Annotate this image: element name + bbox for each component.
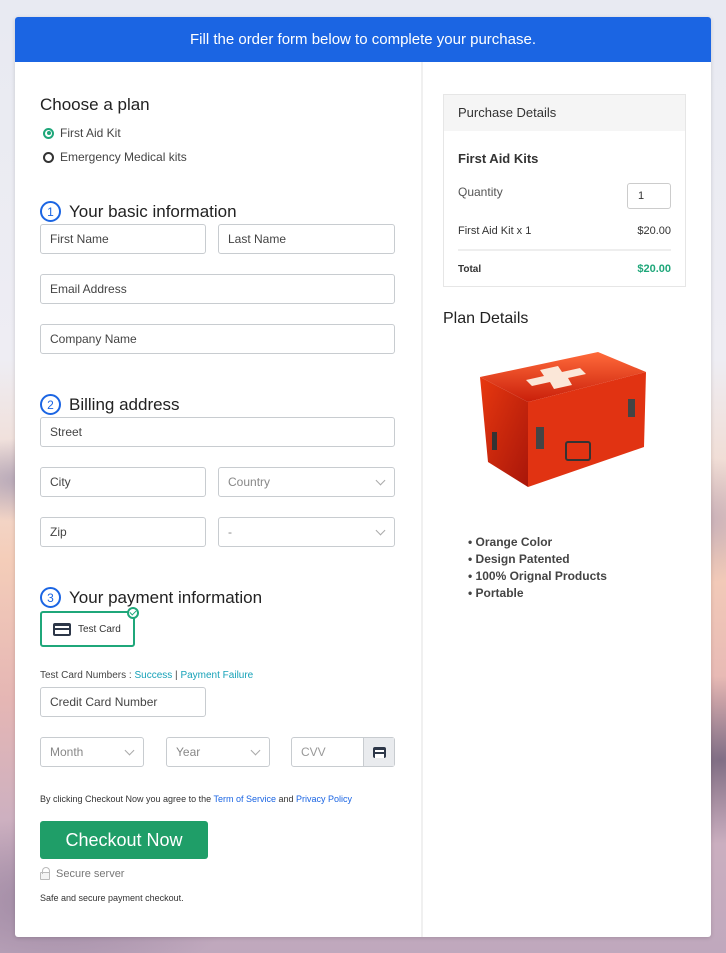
safe-checkout-text: Safe and secure payment checkout. (40, 893, 184, 903)
order-form: Choose a plan First Aid Kit Emergency Me… (15, 62, 421, 937)
credit-card-icon (53, 622, 71, 636)
secure-server-label: Secure server (56, 868, 125, 880)
feature-list: Orange Color Design Patented 100% Origna… (468, 534, 607, 602)
agreement-text: By clicking Checkout Now you agree to th… (40, 794, 352, 804)
last-name-input[interactable]: Last Name (218, 224, 395, 254)
company-input[interactable]: Company Name (40, 324, 395, 354)
terms-of-service-link[interactable]: Term of Service (213, 794, 276, 804)
total-label: Total (458, 264, 482, 275)
chevron-down-icon (250, 745, 261, 755)
purchase-details-heading: Purchase Details (444, 95, 685, 131)
total-value: $20.00 (637, 263, 671, 275)
month-select-value: Month (50, 745, 84, 759)
choose-plan-heading: Choose a plan (40, 95, 150, 114)
check-circle-icon (127, 607, 139, 619)
section-title: Your payment information (69, 587, 263, 607)
checkout-now-button[interactable]: Checkout Now (40, 821, 208, 859)
plan-option-emergency-medical-kits[interactable]: Emergency Medical kits (43, 150, 187, 164)
country-select-value: Country (228, 475, 271, 489)
year-select-value: Year (176, 745, 201, 759)
test-numbers-label: Test Card Numbers : (40, 670, 135, 681)
feature-item: Orange Color (468, 534, 607, 551)
email-input[interactable]: Email Address (40, 274, 395, 304)
radio-selected-icon[interactable] (43, 127, 54, 139)
order-summary: Purchase Details First Aid Kits Quantity… (423, 62, 711, 937)
cvv-input[interactable]: CVV (291, 737, 395, 767)
radio-unselected-icon[interactable] (43, 151, 54, 163)
plan-option-label: First Aid Kit (60, 126, 121, 140)
payment-failure-link[interactable]: Payment Failure (180, 670, 253, 681)
purchase-details-box: Purchase Details First Aid Kits Quantity… (443, 94, 686, 287)
section-title: Your basic information (69, 201, 237, 221)
first-name-input[interactable]: First Name (40, 224, 206, 254)
city-input[interactable]: City (40, 467, 206, 497)
summary-divider (458, 249, 671, 251)
feature-item: 100% Orignal Products (468, 568, 607, 585)
feature-item: Design Patented (468, 551, 607, 568)
secure-server: Secure server (40, 867, 125, 880)
agreement-middle: and (275, 794, 296, 804)
zip-input[interactable]: Zip (40, 517, 206, 547)
success-link[interactable]: Success (134, 670, 172, 681)
payment-heading: 3 Your payment information (40, 587, 262, 608)
order-form-card: Fill the order form below to complete yo… (15, 17, 711, 937)
credit-card-icon (372, 746, 386, 758)
state-select[interactable]: - (218, 517, 395, 547)
line-item-label: First Aid Kit x 1 (458, 225, 532, 237)
state-select-value: - (228, 525, 232, 539)
plan-option-label: Emergency Medical kits (60, 150, 187, 164)
street-input[interactable]: Street (40, 417, 395, 447)
line-item-price: $20.00 (637, 225, 671, 237)
card-number-input[interactable]: Credit Card Number (40, 687, 206, 717)
product-title: First Aid Kits (458, 151, 539, 166)
banner: Fill the order form below to complete yo… (15, 17, 711, 62)
cvv-placeholder: CVV (301, 745, 326, 759)
payment-method-label: Test Card (78, 623, 121, 635)
country-select[interactable]: Country (218, 467, 395, 497)
chevron-down-icon (375, 525, 386, 535)
cvv-card-button[interactable] (363, 738, 394, 766)
year-select[interactable]: Year (166, 737, 270, 767)
chevron-down-icon (375, 475, 386, 485)
step-1-icon: 1 (40, 201, 61, 222)
feature-item: Portable (468, 585, 607, 602)
agreement-prefix: By clicking Checkout Now you agree to th… (40, 794, 214, 804)
step-2-icon: 2 (40, 394, 61, 415)
plan-option-first-aid-kit[interactable]: First Aid Kit (43, 126, 121, 140)
month-select[interactable]: Month (40, 737, 144, 767)
lock-icon (40, 867, 50, 880)
chevron-down-icon (124, 745, 135, 755)
plan-details-heading: Plan Details (443, 310, 529, 327)
privacy-policy-link[interactable]: Privacy Policy (296, 794, 352, 804)
step-3-icon: 3 (40, 587, 61, 608)
basic-info-heading: 1 Your basic information (40, 201, 237, 222)
quantity-label: Quantity (458, 185, 503, 199)
billing-heading: 2 Billing address (40, 394, 180, 415)
quantity-input[interactable]: 1 (627, 183, 671, 209)
test-card-method[interactable]: Test Card (40, 607, 139, 647)
section-title: Billing address (69, 394, 180, 414)
test-card-numbers: Test Card Numbers : Success | Payment Fa… (40, 670, 253, 681)
first-aid-kit-image (480, 352, 646, 487)
